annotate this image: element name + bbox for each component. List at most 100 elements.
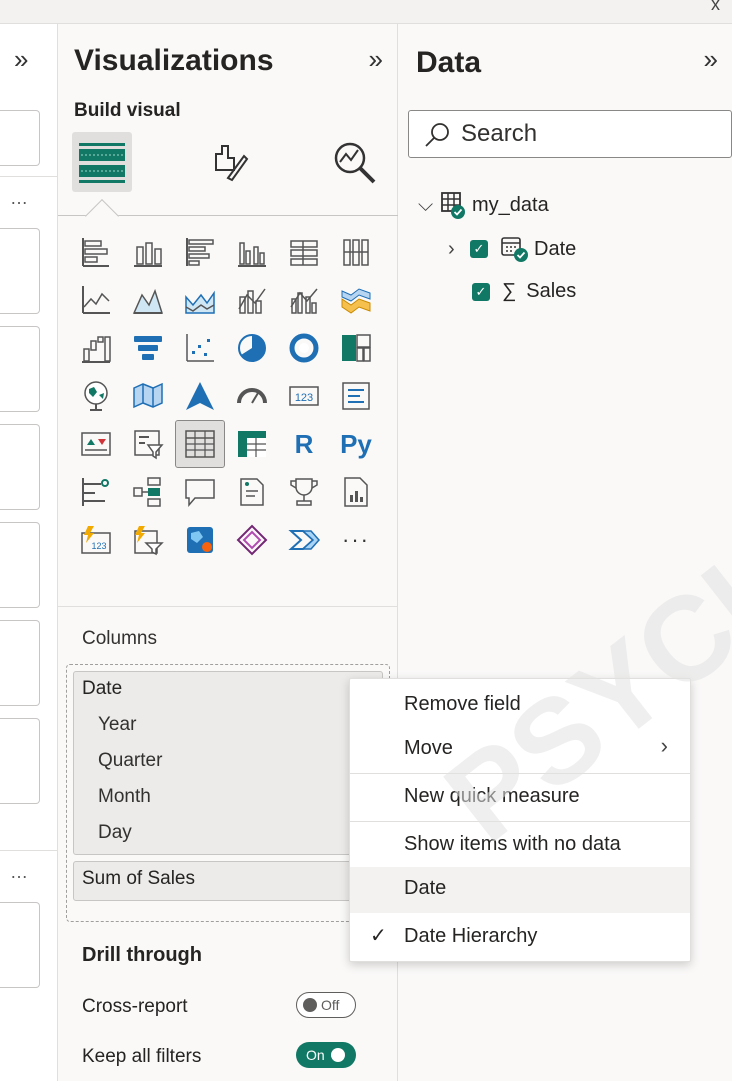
qa-icon[interactable] [176, 469, 224, 515]
hierarchy-level-month[interactable]: Month [98, 786, 151, 808]
r-visual-icon[interactable]: R [280, 421, 328, 467]
filter-card[interactable] [0, 718, 40, 804]
field-name: Date [82, 678, 123, 699]
visual-type-grid: 123 R Py 123 ··· [72, 229, 382, 565]
tab-build-visual[interactable] [72, 132, 132, 192]
magnifier-chart-icon [334, 142, 376, 184]
svg-text:123: 123 [91, 541, 106, 551]
search-icon [425, 123, 449, 147]
visualizations-pane: Visualizations » Build visual 123 R Py 123 ·… [58, 24, 398, 1081]
menu-item-date-hierarchy[interactable]: ✓ Date Hierarchy [350, 919, 690, 955]
line-chart-icon[interactable] [72, 277, 120, 323]
collapse-visualizations-icon[interactable]: » [369, 44, 383, 75]
toggle-state: On [306, 1047, 325, 1063]
stacked-area-chart-icon[interactable] [176, 277, 224, 323]
data-search-box[interactable] [408, 110, 732, 158]
smart-narrative-icon[interactable] [228, 469, 276, 515]
checkbox-sales[interactable]: ✓ [472, 282, 490, 301]
clustered-bar-chart-icon[interactable] [176, 229, 224, 275]
table-node-my-data[interactable]: ⌵ my_data [418, 190, 549, 220]
more-options-icon[interactable]: … [10, 862, 29, 883]
field-node-sales[interactable]: ✓ ∑ Sales [472, 280, 576, 303]
arcgis-map-icon[interactable] [176, 517, 224, 563]
paintbrush-icon [215, 145, 249, 182]
power-apps-card-icon[interactable]: 123 [72, 517, 120, 563]
table-icon[interactable] [175, 420, 225, 468]
filter-card[interactable] [0, 620, 40, 706]
more-options-icon[interactable]: … [10, 188, 29, 209]
treemap-icon[interactable] [332, 325, 380, 371]
field-pill-sum-of-sales[interactable]: Sum of Sales ⌵ [73, 861, 383, 901]
paginated-report-icon[interactable] [332, 469, 380, 515]
area-chart-icon[interactable] [124, 277, 172, 323]
python-visual-icon[interactable]: Py [332, 421, 380, 467]
checkbox-date[interactable]: ✓ [470, 240, 488, 258]
matrix-icon[interactable] [228, 421, 276, 467]
field-context-menu: Remove field Move › New quick measure Sh… [349, 678, 691, 962]
stacked-column-chart-icon[interactable] [124, 229, 172, 275]
close-icon[interactable]: x [711, 0, 720, 15]
gauge-icon[interactable] [228, 373, 276, 419]
keep-all-filters-toggle[interactable]: On [296, 1042, 356, 1068]
cross-report-toggle[interactable]: Off [296, 992, 356, 1018]
field-node-date[interactable]: › ✓ Date [448, 234, 576, 264]
donut-chart-icon[interactable] [280, 325, 328, 371]
data-title: Data [416, 46, 482, 79]
chevron-right-icon[interactable]: › [448, 238, 470, 261]
filter-card[interactable] [0, 228, 40, 314]
columns-well[interactable]: Date ⌵ Year Quarter Month Day Sum of Sal… [66, 664, 390, 922]
waterfall-chart-icon[interactable] [72, 325, 120, 371]
100-stacked-column-chart-icon[interactable] [332, 229, 380, 275]
slicer-icon[interactable] [124, 421, 172, 467]
metrics-icon[interactable] [280, 469, 328, 515]
chevron-down-icon[interactable]: ⌵ [418, 194, 440, 217]
key-influencers-icon[interactable] [72, 469, 120, 515]
tab-format-visual[interactable] [198, 132, 258, 192]
collapse-data-icon[interactable]: » [704, 44, 718, 75]
svg-text:123: 123 [295, 392, 313, 404]
power-apps-slicer-icon[interactable] [124, 517, 172, 563]
funnel-chart-icon[interactable] [124, 325, 172, 371]
build-visual-label: Build visual [74, 100, 181, 121]
kpi-icon[interactable] [72, 421, 120, 467]
more-visuals-icon[interactable]: ··· [332, 517, 380, 563]
menu-item-show-items-no-data[interactable]: Show items with no data [350, 827, 690, 863]
multi-row-card-icon[interactable] [332, 373, 380, 419]
ribbon-chart-icon[interactable] [332, 277, 380, 323]
line-clustered-column-icon[interactable] [280, 277, 328, 323]
menu-item-remove-field[interactable]: Remove field [350, 687, 690, 723]
filter-card[interactable] [0, 522, 40, 608]
columns-well-label: Columns [82, 628, 157, 649]
power-automate-icon[interactable] [280, 517, 328, 563]
pie-chart-icon[interactable] [228, 325, 276, 371]
menu-item-move[interactable]: Move › [350, 731, 690, 767]
search-input[interactable] [461, 120, 711, 148]
filter-card[interactable] [0, 902, 40, 988]
table-name: my_data [472, 193, 549, 216]
python-visual-label: Py [340, 428, 372, 459]
hierarchy-level-year[interactable]: Year [98, 714, 136, 736]
stacked-bar-chart-icon[interactable] [72, 229, 120, 275]
menu-item-date[interactable]: Date [350, 867, 690, 913]
map-icon[interactable] [72, 373, 120, 419]
100-stacked-bar-chart-icon[interactable] [280, 229, 328, 275]
filled-map-icon[interactable] [124, 373, 172, 419]
expand-filters-icon[interactable]: » [14, 46, 28, 72]
menu-item-new-quick-measure[interactable]: New quick measure [350, 779, 690, 815]
hierarchy-level-day[interactable]: Day [98, 822, 132, 844]
hierarchy-level-quarter[interactable]: Quarter [98, 750, 162, 772]
card-icon[interactable]: 123 [280, 373, 328, 419]
clustered-column-chart-icon[interactable] [228, 229, 276, 275]
filter-search-box[interactable] [0, 110, 40, 166]
decomposition-tree-icon[interactable] [124, 469, 172, 515]
drill-through-title: Drill through [82, 944, 202, 966]
power-apps-icon[interactable] [228, 517, 276, 563]
cross-report-label: Cross-report [82, 996, 188, 1017]
filter-card[interactable] [0, 326, 40, 412]
azure-map-icon[interactable] [176, 373, 224, 419]
field-pill-date[interactable]: Date ⌵ Year Quarter Month Day [73, 671, 383, 855]
filter-card[interactable] [0, 424, 40, 510]
scatter-chart-icon[interactable] [176, 325, 224, 371]
tab-analytics[interactable] [324, 132, 384, 192]
line-stacked-column-icon[interactable] [228, 277, 276, 323]
